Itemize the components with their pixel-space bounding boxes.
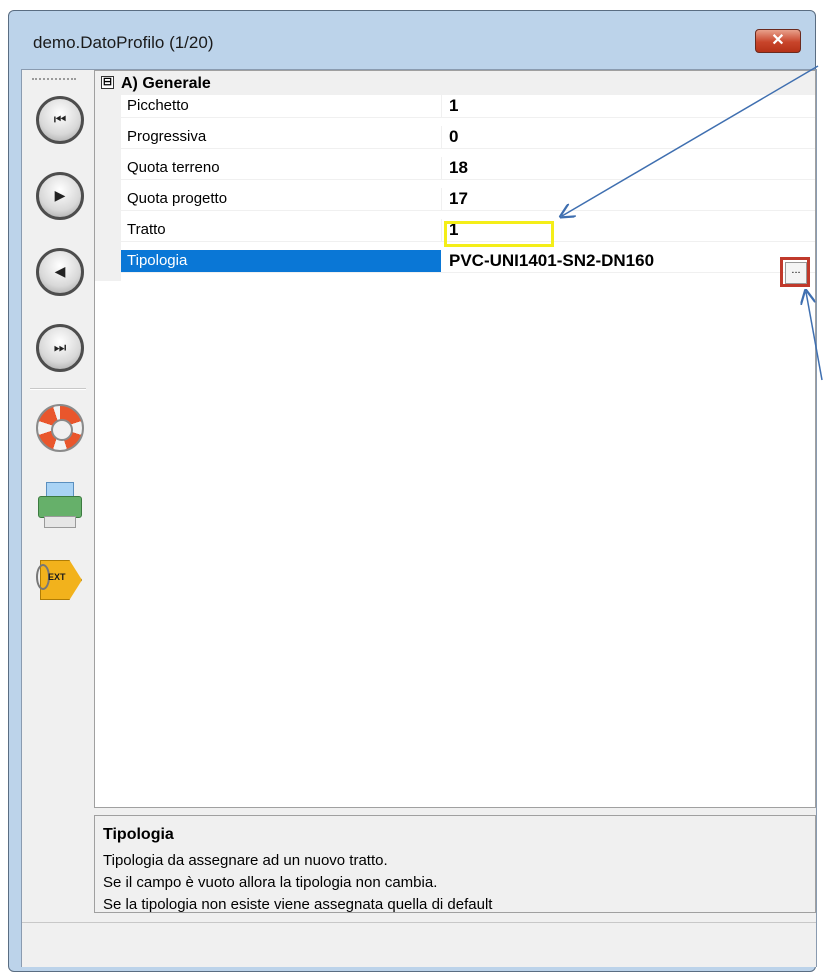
window-title: demo.DatoProfilo (1/20) bbox=[33, 33, 214, 52]
dialog-window: demo.DatoProfilo (1/20) ✕ ⏮ ▶ ◀ ⏭ EXT ⊟ … bbox=[8, 10, 817, 972]
property-value[interactable]: 17 bbox=[449, 189, 468, 209]
property-row-quota-progetto[interactable]: Quota progetto 17 bbox=[121, 188, 815, 211]
lifebuoy-icon bbox=[36, 404, 84, 452]
navigation-toolbar: ⏮ ▶ ◀ ⏭ EXT bbox=[22, 70, 94, 610]
property-name: Tratto bbox=[127, 221, 166, 238]
property-name: Quota progetto bbox=[127, 190, 228, 207]
property-value[interactable]: 0 bbox=[449, 127, 458, 147]
property-grid[interactable]: ⊟ A) Generale Picchetto 1 Progressiva 0 … bbox=[94, 70, 816, 808]
tratto-highlight-box bbox=[444, 221, 554, 247]
property-row-tipologia[interactable]: Tipologia PVC-UNI1401-SN2-DN160 bbox=[121, 250, 815, 273]
help-title: Tipologia bbox=[103, 826, 174, 843]
grid-margin bbox=[95, 95, 121, 281]
category-label: A) Generale bbox=[121, 75, 211, 92]
toolbar-grip[interactable] bbox=[32, 78, 76, 80]
property-value[interactable]: PVC-UNI1401-SN2-DN160 bbox=[449, 251, 654, 271]
property-value[interactable]: 18 bbox=[449, 158, 468, 178]
previous-record-icon: ◀ bbox=[54, 263, 66, 279]
help-text-line: Se la tipologia non esiste viene assegna… bbox=[103, 896, 493, 913]
toolbar-separator bbox=[30, 388, 86, 390]
title-bar[interactable]: demo.DatoProfilo (1/20) ✕ bbox=[9, 11, 815, 69]
property-row-quota-terreno[interactable]: Quota terreno 18 bbox=[121, 157, 815, 180]
last-record-icon: ⏭ bbox=[53, 339, 67, 355]
next-record-button[interactable]: ▶ bbox=[36, 172, 84, 220]
close-icon: ✕ bbox=[771, 32, 785, 49]
previous-record-button[interactable]: ◀ bbox=[36, 248, 84, 296]
ellipsis-highlight-box bbox=[780, 257, 810, 287]
property-row-picchetto[interactable]: Picchetto 1 bbox=[121, 95, 815, 118]
next-record-icon: ▶ bbox=[54, 187, 66, 203]
print-button[interactable] bbox=[36, 482, 84, 530]
property-name: Tipologia bbox=[127, 252, 188, 269]
status-bar bbox=[22, 922, 816, 967]
help-text-line: Tipologia da assegnare ad un nuovo tratt… bbox=[103, 852, 388, 869]
property-value[interactable]: 1 bbox=[449, 96, 458, 116]
property-name: Progressiva bbox=[127, 128, 207, 145]
help-text-line: Se il campo è vuoto allora la tipologia … bbox=[103, 874, 438, 891]
help-button[interactable] bbox=[36, 404, 84, 452]
close-button[interactable]: ✕ bbox=[755, 29, 801, 53]
client-area: ⏮ ▶ ◀ ⏭ EXT ⊟ A) Generale Picchetto 1 Pr… bbox=[21, 69, 817, 967]
collapse-icon[interactable]: ⊟ bbox=[101, 76, 114, 89]
first-record-icon: ⏮ bbox=[53, 111, 67, 127]
first-record-button[interactable]: ⏮ bbox=[36, 96, 84, 144]
last-record-button[interactable]: ⏭ bbox=[36, 324, 84, 372]
help-pane: Tipologia Tipologia da assegnare ad un n… bbox=[94, 815, 816, 913]
property-name: Picchetto bbox=[127, 97, 189, 114]
property-row-progressiva[interactable]: Progressiva 0 bbox=[121, 126, 815, 149]
property-name: Quota terreno bbox=[127, 159, 220, 176]
category-row[interactable]: ⊟ A) Generale bbox=[95, 71, 815, 95]
ext-button[interactable]: EXT bbox=[36, 556, 84, 604]
